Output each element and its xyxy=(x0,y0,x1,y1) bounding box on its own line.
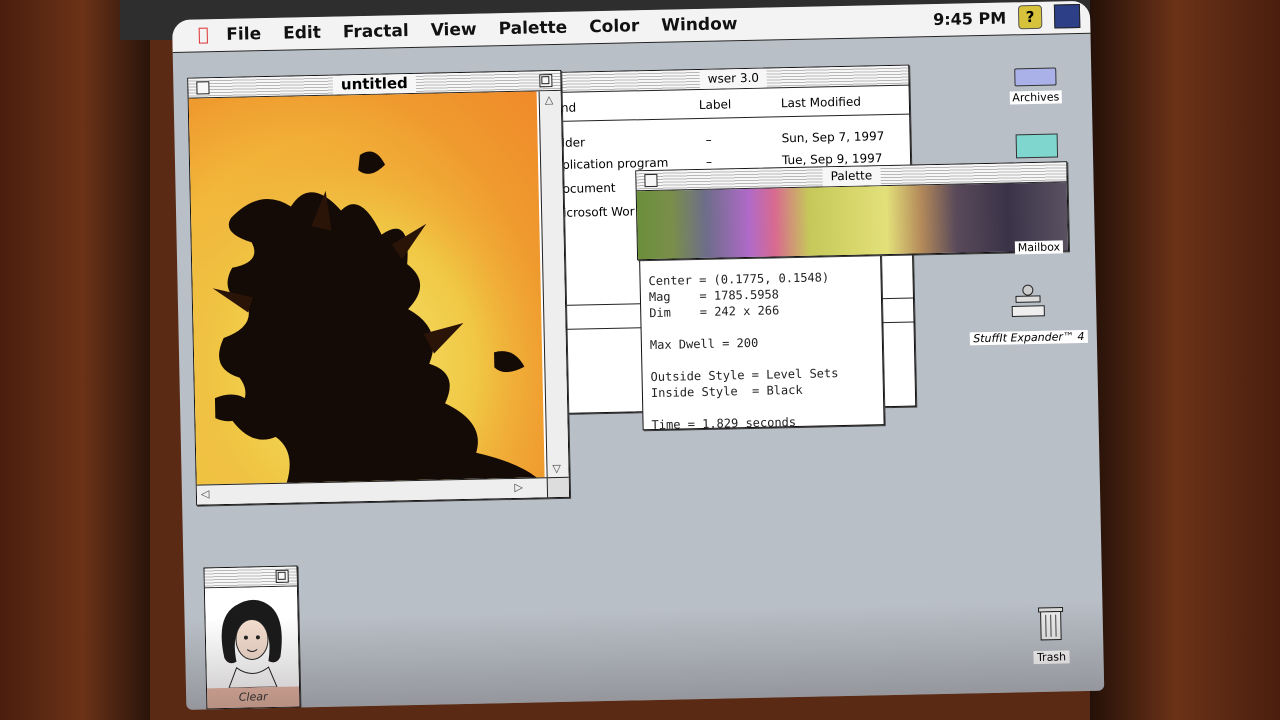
fractal-close-box[interactable] xyxy=(196,81,210,95)
archives-label: Archives xyxy=(1009,90,1063,105)
row-modified: Sun, Sep 7, 1997 xyxy=(781,129,885,146)
stuffit-label: StuffIt Expander™ 4 xyxy=(970,329,1088,346)
desktop-icon-archives[interactable]: Archives xyxy=(995,67,1076,106)
trash-icon xyxy=(1037,606,1064,641)
fractal-image[interactable] xyxy=(188,91,545,485)
fractal-window-title: untitled xyxy=(332,73,417,95)
application-menu-icon[interactable] xyxy=(1053,3,1081,29)
desktop-icon-stuffit[interactable]: StuffIt Expander™ 4 xyxy=(958,281,1099,347)
apple-menu-icon[interactable]:  xyxy=(190,24,216,47)
trash-label: Trash xyxy=(1033,650,1070,665)
avatar-window: Clear xyxy=(203,565,301,710)
avatar-zoom-box[interactable] xyxy=(275,569,289,583)
column-kind[interactable]: nd xyxy=(561,101,577,115)
palette-window-title: Palette xyxy=(822,166,881,187)
menu-clock[interactable]: 9:45 PM xyxy=(933,8,1006,29)
avatar-titlebar[interactable] xyxy=(204,566,297,589)
menu-color[interactable]: Color xyxy=(589,16,639,37)
row-kind: ocument xyxy=(562,180,616,196)
resize-grow-box-icon[interactable] xyxy=(546,476,570,498)
fractal-zoom-box[interactable] xyxy=(539,74,553,88)
column-last-modified[interactable]: Last Modified xyxy=(781,95,861,111)
finder-window-title: wser 3.0 xyxy=(699,68,768,89)
scroll-right-arrow-icon[interactable]: ▷ xyxy=(514,481,523,494)
fractal-window: untitled △ ▽ ◁ ▷ xyxy=(187,69,571,506)
monitor-bezel-left xyxy=(0,0,150,720)
desktop-icon-mailbox[interactable]: Mailbox xyxy=(997,133,1080,256)
avatar-status-label: Clear xyxy=(207,686,300,709)
info-time: Time = 1.829 seconds xyxy=(651,415,797,433)
desktop-icon-trash[interactable]: Trash xyxy=(1020,601,1081,665)
row-kind: icrosoft Wor xyxy=(562,204,635,220)
menu-view[interactable]: View xyxy=(431,20,477,41)
row-label: – xyxy=(705,154,713,169)
help-menu-icon[interactable]: ? xyxy=(1017,4,1043,30)
woman-face-icon xyxy=(221,599,282,689)
menu-window[interactable]: Window xyxy=(661,14,738,36)
julia-set-render xyxy=(188,91,545,485)
scroll-left-arrow-icon[interactable]: ◁ xyxy=(201,487,210,500)
monitor-bezel-right xyxy=(1090,0,1280,720)
column-label[interactable]: Label xyxy=(699,97,732,112)
row-label: – xyxy=(705,132,712,147)
palette-close-box[interactable] xyxy=(644,173,658,188)
menu-fractal[interactable]: Fractal xyxy=(343,21,409,42)
scroll-down-arrow-icon[interactable]: ▽ xyxy=(552,462,561,475)
stuffit-expander-icon xyxy=(1011,284,1045,317)
folder-icon xyxy=(1014,67,1057,87)
row-kind: lder xyxy=(561,135,586,150)
fractal-info-text: Center = (0.1775, 0.1548) Mag = 1785.595… xyxy=(648,269,839,433)
mac-desktop:  File Edit Fractal View Palette Color W… xyxy=(172,0,1105,710)
scroll-up-arrow-icon[interactable]: △ xyxy=(545,93,554,106)
avatar[interactable] xyxy=(204,586,299,689)
menu-file[interactable]: File xyxy=(226,24,261,45)
finder-column-header: nd Label Last Modified xyxy=(558,85,910,122)
menu-palette[interactable]: Palette xyxy=(498,18,567,39)
mailbox-icon xyxy=(1015,133,1059,159)
menu-edit[interactable]: Edit xyxy=(283,23,321,44)
mailbox-label: Mailbox xyxy=(1014,240,1064,255)
